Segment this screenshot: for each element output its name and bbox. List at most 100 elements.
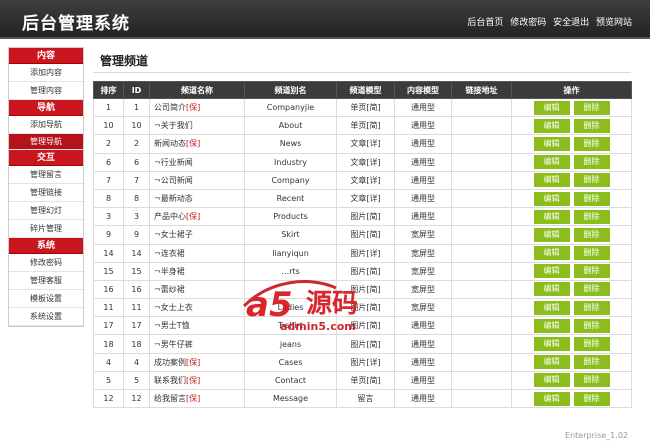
top-bar: 后台管理系统 后台首页 修改密码 安全退出 预览网站 bbox=[0, 0, 650, 39]
table-row: 5 5 联系我们[保] Contact 单页[简] 通用型 编辑 删除 bbox=[93, 370, 632, 391]
sidebar-item-manage-nav[interactable]: 管理导航 bbox=[9, 134, 83, 150]
table-header-row: 排序 ID 频道名称 频道别名 频道模型 内容模型 链接地址 操作 bbox=[93, 81, 632, 99]
cell-content-model: 通用型 bbox=[394, 170, 452, 190]
cell-alias: Message bbox=[244, 388, 337, 409]
cell-actions: 编辑 删除 bbox=[511, 134, 632, 154]
edit-button[interactable]: 编辑 bbox=[533, 246, 570, 261]
cell-model: 图片[简] bbox=[336, 261, 395, 281]
edit-button[interactable]: 编辑 bbox=[533, 355, 570, 370]
delete-button[interactable]: 删除 bbox=[573, 391, 610, 406]
table-row: 17 17 ¬男士T恤 T-shirt 图片[简] 通用型 编辑 删除 bbox=[93, 316, 632, 336]
cell-id: 9 bbox=[123, 225, 150, 245]
cell-id: 15 bbox=[123, 261, 150, 281]
delete-button[interactable]: 删除 bbox=[573, 264, 610, 279]
channel-name: 新闻动态 bbox=[154, 139, 186, 149]
cell-sort: 9 bbox=[93, 225, 124, 245]
edit-button[interactable]: 编辑 bbox=[533, 282, 570, 297]
column-header-id: ID bbox=[123, 81, 150, 99]
delete-button[interactable]: 删除 bbox=[573, 300, 610, 315]
edit-button[interactable]: 编辑 bbox=[533, 227, 570, 242]
edit-button[interactable]: 编辑 bbox=[533, 191, 570, 206]
sidebar-group-content: 内容 bbox=[9, 48, 83, 64]
cell-alias: T-shirt bbox=[244, 316, 337, 336]
cell-content-model: 通用型 bbox=[394, 152, 452, 172]
logout-link[interactable]: 安全退出 bbox=[553, 18, 589, 28]
delete-button[interactable]: 删除 bbox=[573, 246, 610, 261]
cell-actions: 编辑 删除 bbox=[511, 97, 632, 118]
cell-link bbox=[451, 370, 512, 391]
sidebar-item-links[interactable]: 管理链接 bbox=[9, 184, 83, 202]
channel-name: ¬最新动态 bbox=[154, 194, 193, 204]
cell-actions: 编辑 删除 bbox=[511, 188, 632, 209]
top-links: 后台首页 修改密码 安全退出 预览网站 bbox=[463, 15, 632, 28]
protected-tag: [保] bbox=[186, 212, 201, 222]
delete-button[interactable]: 删除 bbox=[573, 118, 610, 133]
cell-model: 单页[简] bbox=[336, 116, 395, 136]
sidebar-item-settings[interactable]: 系统设置 bbox=[9, 308, 83, 326]
delete-button[interactable]: 删除 bbox=[573, 100, 610, 115]
home-link[interactable]: 后台首页 bbox=[467, 18, 503, 28]
sidebar-item-slides[interactable]: 管理幻灯 bbox=[9, 202, 83, 220]
edit-button[interactable]: 编辑 bbox=[533, 173, 570, 188]
table-row: 16 16 ¬蕾纱裙 图片[简] 宽屏型 编辑 删除 bbox=[93, 279, 632, 300]
sidebar-group-nav: 导航 bbox=[9, 100, 83, 116]
title-divider bbox=[93, 72, 631, 73]
preview-site-link[interactable]: 预览网站 bbox=[596, 18, 632, 28]
edit-button[interactable]: 编辑 bbox=[533, 136, 570, 151]
cell-link bbox=[451, 225, 512, 245]
sidebar-item-manage-content[interactable]: 管理内容 bbox=[9, 82, 83, 100]
cell-content-model: 通用型 bbox=[394, 334, 452, 354]
cell-model: 单页[简] bbox=[336, 370, 395, 391]
channel-name: ¬行业新闻 bbox=[154, 157, 193, 167]
sidebar-item-add-nav[interactable]: 添加导航 bbox=[9, 116, 83, 134]
delete-button[interactable]: 删除 bbox=[573, 318, 610, 333]
edit-button[interactable]: 编辑 bbox=[533, 209, 570, 224]
cell-channel-name: ¬女士裙子 bbox=[149, 225, 245, 245]
delete-button[interactable]: 删除 bbox=[573, 209, 610, 224]
cell-channel-name: ¬蕾纱裙 bbox=[149, 279, 245, 300]
cell-channel-name: ¬关于我们 bbox=[149, 116, 245, 136]
table-row: 15 15 ¬半身裙 …rts 图片[简] 宽屏型 编辑 删除 bbox=[93, 261, 632, 281]
cell-actions: 编辑 删除 bbox=[511, 225, 632, 245]
channel-name: ¬男牛仔裤 bbox=[154, 339, 193, 349]
cell-alias: jeans bbox=[244, 334, 337, 354]
cell-link bbox=[451, 388, 512, 409]
cell-content-model: 通用型 bbox=[394, 134, 452, 154]
delete-button[interactable]: 删除 bbox=[573, 227, 610, 242]
edit-button[interactable]: 编辑 bbox=[533, 337, 570, 352]
edit-button[interactable]: 编辑 bbox=[533, 373, 570, 388]
cell-channel-name: 给我留言[保] bbox=[149, 388, 245, 409]
cell-alias bbox=[244, 279, 337, 300]
cell-actions: 编辑 删除 bbox=[511, 261, 632, 281]
channel-name: ¬半身裙 bbox=[154, 266, 185, 276]
edit-button[interactable]: 编辑 bbox=[533, 100, 570, 115]
delete-button[interactable]: 删除 bbox=[573, 136, 610, 151]
edit-button[interactable]: 编辑 bbox=[533, 391, 570, 406]
channel-name: 产品中心 bbox=[154, 212, 186, 222]
sidebar-item-password[interactable]: 修改密码 bbox=[9, 254, 83, 272]
edit-button[interactable]: 编辑 bbox=[533, 300, 570, 315]
delete-button[interactable]: 删除 bbox=[573, 191, 610, 206]
delete-button[interactable]: 删除 bbox=[573, 373, 610, 388]
delete-button[interactable]: 删除 bbox=[573, 173, 610, 188]
delete-button[interactable]: 删除 bbox=[573, 337, 610, 352]
edit-button[interactable]: 编辑 bbox=[533, 318, 570, 333]
edit-button[interactable]: 编辑 bbox=[533, 155, 570, 170]
table-row: 6 6 ¬行业新闻 Industry 文章[详] 通用型 编辑 删除 bbox=[93, 152, 632, 172]
sidebar-item-add-content[interactable]: 添加内容 bbox=[9, 64, 83, 82]
sidebar-item-messages[interactable]: 管理留言 bbox=[9, 166, 83, 184]
sidebar-item-support[interactable]: 管理客服 bbox=[9, 272, 83, 290]
cell-id: 3 bbox=[123, 207, 150, 227]
edit-button[interactable]: 编辑 bbox=[533, 118, 570, 133]
delete-button[interactable]: 删除 bbox=[573, 355, 610, 370]
delete-button[interactable]: 删除 bbox=[573, 282, 610, 297]
delete-button[interactable]: 删除 bbox=[573, 155, 610, 170]
cell-sort: 4 bbox=[93, 352, 124, 372]
change-password-link[interactable]: 修改密码 bbox=[510, 18, 546, 28]
edit-button[interactable]: 编辑 bbox=[533, 264, 570, 279]
protected-tag: [保] bbox=[186, 394, 201, 404]
sidebar-item-fragments[interactable]: 碎片管理 bbox=[9, 220, 83, 238]
cell-actions: 编辑 删除 bbox=[511, 388, 632, 409]
channel-name: ¬蕾纱裙 bbox=[154, 284, 185, 294]
sidebar-item-templates[interactable]: 模板设置 bbox=[9, 290, 83, 308]
